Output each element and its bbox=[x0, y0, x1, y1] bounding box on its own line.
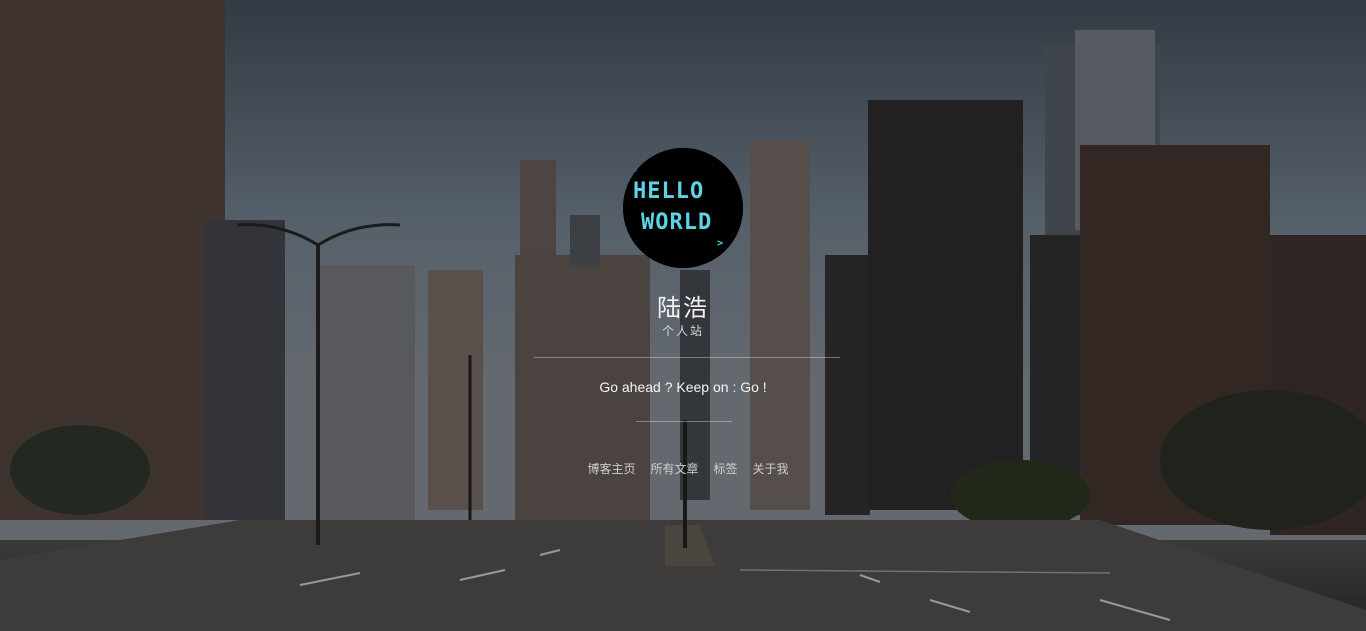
nav-item-about[interactable]: 关于我 bbox=[753, 460, 789, 477]
intro-header: < HELLO WORLD > 陆浩 个人站 Go ahead ? Keep o… bbox=[0, 0, 1366, 631]
divider-bottom bbox=[636, 421, 732, 422]
avatar[interactable]: < HELLO WORLD > bbox=[623, 148, 743, 268]
svg-text:>: > bbox=[717, 238, 723, 249]
svg-text:HELLO: HELLO bbox=[633, 179, 704, 204]
main-nav: 博客主页 所有文章 标签 关于我 bbox=[533, 460, 843, 477]
nav-item-tags[interactable]: 标签 bbox=[714, 460, 738, 477]
nav-item-all-posts[interactable]: 所有文章 bbox=[650, 460, 698, 477]
landing-page: < HELLO WORLD > 陆浩 个人站 Go ahead ? Keep o… bbox=[0, 0, 1366, 631]
svg-text:<: < bbox=[631, 164, 637, 175]
site-title: 陆浩 bbox=[657, 294, 709, 322]
hello-world-logo-icon: < HELLO WORLD > bbox=[623, 148, 743, 268]
svg-text:WORLD: WORLD bbox=[641, 210, 712, 235]
motto-text: Go ahead ? Keep on : Go ! bbox=[599, 379, 767, 395]
nav-item-blog-home[interactable]: 博客主页 bbox=[587, 460, 635, 477]
site-subtitle: 个人站 bbox=[661, 324, 704, 338]
divider-top bbox=[534, 357, 840, 358]
